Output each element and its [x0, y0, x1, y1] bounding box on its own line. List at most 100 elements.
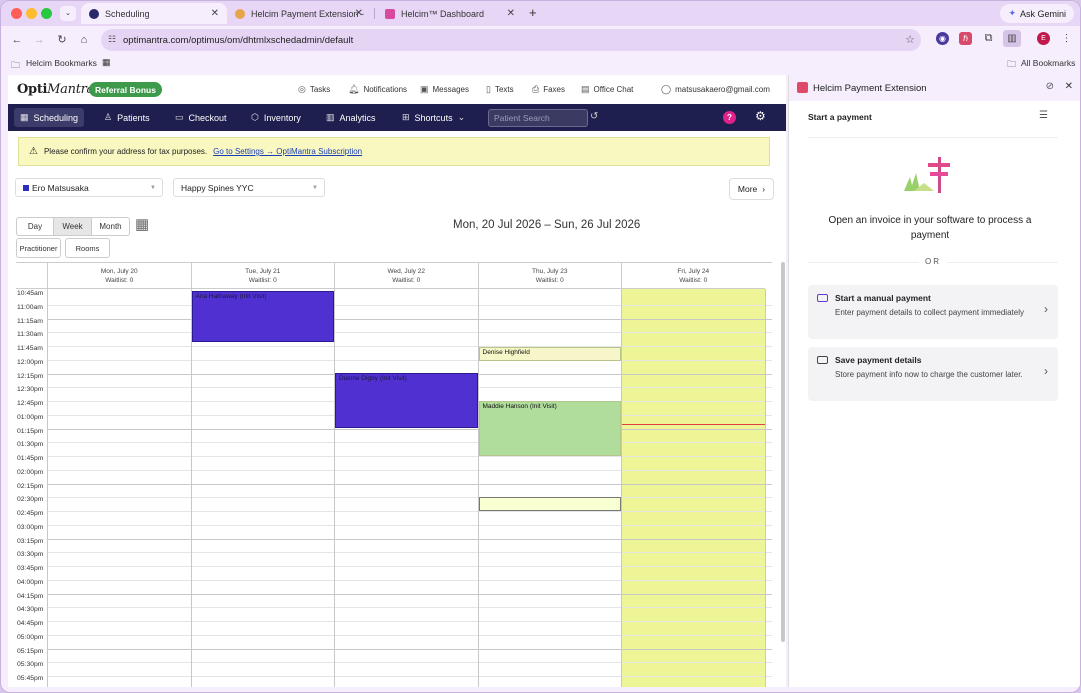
rooms-filter-button[interactable]: Rooms — [65, 238, 110, 258]
bookmark-helcim[interactable]: Helcim Bookmarks — [26, 58, 97, 68]
time-slot-row[interactable] — [47, 607, 772, 609]
tab-close-icon[interactable]: ✕ — [355, 8, 363, 19]
appointment-block[interactable]: Maddie Hanson (Init Visit) — [478, 400, 621, 456]
waitlist-label[interactable]: Waitlist: 0 — [48, 276, 191, 285]
texts-link[interactable]: ▯ Texts — [486, 84, 514, 95]
home-icon[interactable]: ⌂ — [77, 33, 91, 47]
patient-search-input[interactable]: Patient Search — [488, 109, 588, 127]
view-day-button[interactable]: Day — [16, 217, 54, 236]
tasks-link[interactable]: ◎ Tasks — [298, 84, 330, 95]
time-slot-row[interactable] — [47, 359, 772, 361]
referral-bonus-button[interactable]: Referral Bonus — [89, 82, 162, 97]
time-slot-row[interactable] — [47, 593, 772, 595]
back-icon[interactable]: ← — [10, 33, 24, 47]
hamburger-menu-icon[interactable]: ☰ — [1039, 110, 1048, 121]
site-settings-icon[interactable]: ☷ — [108, 34, 116, 45]
tab-search-icon[interactable]: ⌄ — [60, 6, 76, 21]
nav-scheduling[interactable]: ▦ Scheduling — [14, 108, 85, 127]
day-column-header[interactable]: Thu, July 23 Waitlist: 0 — [477, 263, 622, 289]
time-slot-row[interactable] — [47, 662, 772, 664]
time-slot-row[interactable] — [47, 483, 772, 485]
gear-icon[interactable]: ⚙ — [755, 109, 766, 123]
extensions-puzzle-icon[interactable]: ⧉ — [982, 32, 995, 45]
ask-gemini-button[interactable]: ✦ Ask Gemini — [1000, 4, 1074, 23]
waitlist-label[interactable]: Waitlist: 0 — [335, 276, 478, 285]
selected-slot[interactable] — [478, 496, 621, 511]
tab-helcim-extension[interactable]: Helcim Payment Extension - ✕ — [227, 3, 371, 24]
tab-close-icon[interactable]: ✕ — [507, 8, 515, 19]
settings-subscription-link[interactable]: Go to Settings → OptiMantra Subscription — [213, 147, 362, 156]
extension-icon[interactable]: ◉ — [936, 32, 949, 45]
waitlist-label[interactable]: Waitlist: 0 — [622, 276, 765, 285]
practitioner-select[interactable]: Ero Matsusaka ▼ — [15, 178, 163, 197]
more-button[interactable]: More › — [729, 178, 774, 200]
messages-link[interactable]: ▣ Messages — [420, 84, 469, 95]
appointment-block[interactable]: Denise Highfield — [478, 347, 621, 361]
nav-shortcuts[interactable]: ⊞ Shortcuts ⌄ — [396, 104, 471, 131]
minimize-window-button[interactable] — [26, 8, 37, 19]
bookmark-star-icon[interactable]: ☆ — [905, 33, 915, 46]
time-slot-row[interactable] — [47, 456, 772, 457]
tab-close-icon[interactable]: ✕ — [211, 8, 219, 19]
help-icon[interactable]: ? — [723, 111, 736, 124]
nav-checkout[interactable]: ▭ Checkout — [169, 104, 233, 131]
appointment-block[interactable]: Ana Hathaway (Init Visit) — [191, 290, 334, 342]
day-column-header[interactable]: Mon, July 20 Waitlist: 0 — [47, 263, 191, 289]
time-slot-row[interactable] — [47, 304, 772, 306]
view-week-button[interactable]: Week — [53, 217, 92, 236]
time-slot-row[interactable] — [47, 511, 772, 512]
pin-icon[interactable]: ⊘ — [1046, 81, 1054, 92]
close-window-button[interactable] — [11, 8, 22, 19]
time-slot-row[interactable] — [47, 497, 772, 499]
time-slot-row[interactable] — [47, 428, 772, 430]
time-slot-row[interactable] — [47, 621, 772, 622]
helcim-extension-icon[interactable]: ℏ — [959, 32, 972, 45]
practitioner-filter-button[interactable]: Practitioner — [16, 238, 61, 258]
view-month-button[interactable]: Month — [91, 217, 130, 236]
nav-inventory[interactable]: ⬡ Inventory — [245, 104, 307, 131]
user-account-link[interactable]: ◯ matsusakaero@gmail.com — [661, 84, 770, 95]
time-slot-row[interactable] — [47, 524, 772, 526]
time-slot-row[interactable] — [47, 332, 772, 334]
new-tab-icon[interactable]: + — [529, 6, 537, 20]
time-slot-row[interactable] — [47, 676, 772, 677]
time-slot-row[interactable] — [47, 579, 772, 581]
start-manual-payment-card[interactable]: Start a manual payment Enter payment det… — [808, 285, 1058, 339]
tab-helcim-dashboard[interactable]: Helcim™ Dashboard ✕ — [377, 3, 523, 24]
time-slot-row[interactable] — [47, 346, 772, 347]
all-bookmarks[interactable]: All Bookmarks — [1021, 58, 1075, 68]
zoom-window-button[interactable] — [41, 8, 52, 19]
menu-kebab-icon[interactable]: ⋮ — [1060, 32, 1073, 45]
save-payment-details-card[interactable]: Save payment details Store payment info … — [808, 347, 1058, 401]
location-select[interactable]: Happy Spines YYC ▼ — [173, 178, 325, 197]
appointment-block[interactable]: Dianne Digby (Init Visit) — [335, 373, 478, 429]
notifications-link[interactable]: 🔔︎ Notifications — [348, 84, 407, 95]
time-slot-row[interactable] — [47, 469, 772, 471]
day-column-header[interactable]: Wed, July 22 Waitlist: 0 — [334, 263, 478, 289]
apps-grid-icon[interactable]: ▦ — [102, 57, 111, 68]
forward-icon[interactable]: → — [32, 33, 46, 47]
office-chat-link[interactable]: ▤ Office Chat — [581, 84, 633, 95]
side-panel-icon[interactable]: ▥ — [1003, 30, 1021, 47]
time-slot-row[interactable] — [47, 634, 772, 636]
time-slot-row[interactable] — [47, 648, 772, 650]
time-slot-row[interactable] — [47, 318, 772, 320]
reload-icon[interactable]: ↻ — [55, 33, 69, 47]
address-bar[interactable]: ☷ optimantra.com/optimus/om/dhtmlxscheda… — [101, 29, 921, 51]
time-slot-row[interactable] — [47, 552, 772, 554]
waitlist-label[interactable]: Waitlist: 0 — [479, 276, 622, 285]
nav-analytics[interactable]: ▥ Analytics — [320, 104, 382, 131]
faxes-link[interactable]: ⎙ Faxes — [532, 84, 565, 95]
calendar-picker-icon[interactable]: ▦ — [135, 216, 149, 233]
time-slot-row[interactable] — [47, 538, 772, 540]
close-icon[interactable]: ✕ — [1065, 81, 1073, 92]
calendar-scrollbar[interactable] — [781, 262, 785, 642]
tab-scheduling[interactable]: Scheduling ✕ — [81, 3, 227, 24]
time-slot-row[interactable] — [47, 566, 772, 567]
optimantra-logo[interactable]: OptiMantra — [17, 82, 94, 97]
profile-avatar[interactable]: E — [1037, 32, 1050, 45]
nav-patients[interactable]: ♙ Patients — [98, 104, 156, 131]
time-slot-row[interactable] — [47, 442, 772, 444]
day-column-header[interactable]: Fri, July 24 Waitlist: 0 — [621, 263, 765, 289]
history-icon[interactable]: ↺ — [590, 111, 598, 122]
